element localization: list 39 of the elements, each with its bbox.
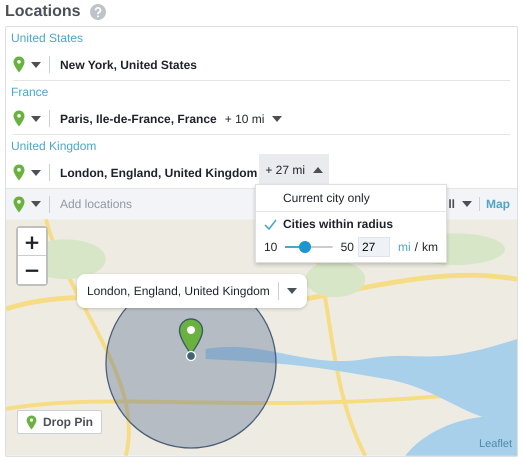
caret-icon: [31, 116, 41, 122]
location-type-dropdown[interactable]: [13, 56, 50, 73]
location-name: London, England, United Kingdom: [60, 166, 258, 180]
check-icon: [264, 218, 277, 230]
radius-option[interactable]: Cities within radius: [256, 212, 446, 236]
pin-icon: [13, 110, 25, 127]
unit-option[interactable]: km: [422, 240, 438, 254]
location-name: Paris, Ile-de-France, France: [60, 112, 217, 126]
pin-icon: [26, 414, 37, 430]
location-type-dropdown[interactable]: [13, 164, 50, 181]
pin-icon: [13, 56, 25, 73]
unit-separator: /: [414, 240, 418, 254]
country-label: United States: [11, 30, 84, 47]
filter-dropdown[interactable]: ll: [448, 197, 480, 211]
caret-icon: [462, 201, 472, 207]
pin-icon: [13, 164, 25, 181]
slider-thumb[interactable]: [299, 241, 312, 253]
caret-icon: [31, 170, 41, 176]
radius-field[interactable]: 27: [358, 237, 390, 257]
zoom-in-button[interactable]: +: [18, 228, 46, 256]
min-label: 10: [264, 240, 278, 254]
location-type-dropdown[interactable]: [13, 110, 50, 127]
popup-location-name: London, England, United Kingdom: [87, 284, 270, 298]
radius-dropdown[interactable]: + 10 mi: [218, 106, 288, 131]
caret-icon[interactable]: [286, 288, 297, 294]
location-name: New York, United States: [60, 58, 197, 72]
caret-icon: [313, 166, 323, 172]
country-label: France: [11, 84, 50, 101]
max-label: 50: [340, 240, 354, 254]
pin-icon: [13, 196, 25, 212]
caret-icon: [31, 201, 41, 207]
section-title: Locations: [5, 3, 81, 21]
country-label: United Kingdom: [11, 138, 98, 155]
location-type-dropdown[interactable]: [13, 196, 50, 212]
caret-icon: [31, 62, 41, 68]
drop-pin-button[interactable]: Drop Pin: [17, 410, 102, 434]
map-pin-icon[interactable]: [178, 318, 204, 362]
caret-icon: [272, 116, 282, 122]
radius-dropdown[interactable]: + 27 mi: [259, 154, 329, 185]
